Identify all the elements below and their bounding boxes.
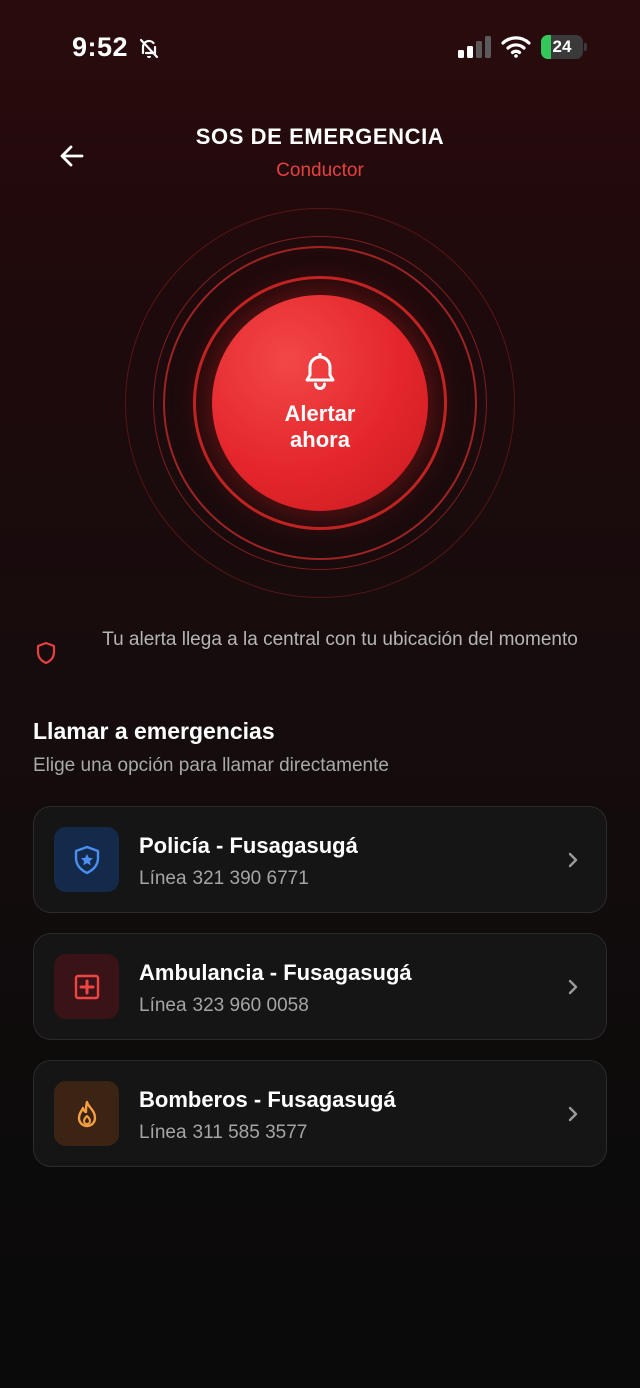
info-text: Tu alerta llega a la central con tu ubic… [102,629,578,650]
contact-card-police[interactable]: Policía - Fusagasugá Línea 321 390 6771 [33,806,607,913]
contact-card-ambulance[interactable]: Ambulancia - Fusagasugá Línea 323 960 005… [33,933,607,1040]
battery-charging-icon: 24 [541,35,587,59]
flame-icon [77,1100,96,1127]
section-subtitle: Elige una opción para llamar directament… [33,755,389,776]
fire-icon-box [54,1081,119,1146]
contact-card-fire[interactable]: Bomberos - Fusagasugá Línea 311 585 3577 [33,1060,607,1167]
status-bar: 9:52 24 [0,0,640,96]
chevron-right-icon [568,979,578,995]
signal-icon [458,36,491,58]
page-title: SOS DE EMERGENCIA [195,124,445,149]
contact-name: Policía - Fusagasugá [139,833,358,858]
sos-alert-button[interactable]: Alertar ahora [212,295,428,511]
police-badge-icon [74,845,99,874]
sos-area: Alertar ahora [120,203,520,603]
ambulance-icon-box [54,954,119,1019]
contact-line: Línea 323 960 0058 [139,995,309,1016]
chevron-right-icon [568,852,578,868]
sos-button-label: Alertar ahora [284,401,356,452]
contact-name: Ambulancia - Fusagasugá [139,960,412,985]
bell-off-icon [139,38,159,59]
contact-number: 321 390 6771 [192,868,309,889]
page-subtitle: Conductor [276,160,364,181]
police-icon-box [54,827,119,892]
contact-line: Línea 321 390 6771 [139,868,309,889]
contact-number: 323 960 0058 [192,995,309,1016]
contact-number: 311 585 3577 [192,1122,308,1143]
section-title: Llamar a emergencias [33,718,275,744]
contact-line: Línea 311 585 3577 [139,1122,308,1143]
wifi-icon [501,36,531,58]
battery-level: 24 [552,37,572,56]
chevron-right-icon [568,1106,578,1122]
medical-cross-icon [74,974,99,999]
contact-name: Bomberos - Fusagasugá [139,1087,396,1112]
bell-icon [305,353,335,390]
shield-icon [36,641,56,665]
status-time: 9:52 [72,32,129,62]
